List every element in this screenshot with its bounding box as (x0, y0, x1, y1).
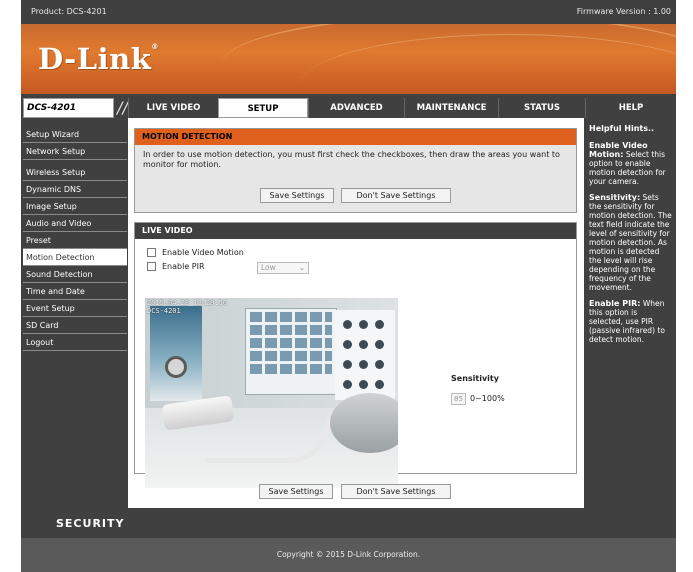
live-video-panel: LIVE VIDEO Enable Video Motion Enable PI… (134, 222, 577, 488)
video-poster-right (335, 310, 395, 400)
sidebar-item-motion-detection[interactable]: Motion Detection (23, 249, 127, 266)
main-nav: DCS-4201 // LIVE VIDEO SETUP ADVANCED MA… (21, 98, 676, 118)
sidebar-item-preset[interactable]: Preset (23, 232, 127, 249)
copyright: Copyright © 2015 D-Link Corporation. (21, 538, 676, 572)
main-content: MOTION DETECTION In order to use motion … (128, 118, 584, 508)
sensitivity-field[interactable]: 85 (451, 393, 466, 405)
video-cable-object (205, 418, 330, 463)
tab-live-video[interactable]: LIVE VIDEO (128, 98, 218, 118)
osd-model: DCS-4201 (147, 307, 181, 315)
firmware-label: Firmware Version : 1.00 (576, 7, 671, 16)
motion-detection-title: MOTION DETECTION (135, 129, 576, 145)
sidebar-item-image-setup[interactable]: Image Setup (23, 198, 127, 215)
tab-advanced[interactable]: ADVANCED (308, 98, 404, 118)
tab-status[interactable]: STATUS (498, 98, 585, 118)
sidebar: Setup Wizard Network Setup Wireless Setu… (23, 126, 127, 351)
enable-motion-label: Enable Video Motion (162, 248, 244, 257)
enable-motion-row: Enable Video Motion (147, 247, 244, 259)
hint-pir: Enable PIR: When this option is selected… (589, 299, 665, 344)
dont-save-settings-button[interactable]: Don't Save Settings (341, 188, 451, 203)
enable-pir-label: Enable PIR (162, 262, 205, 271)
sidebar-item-logout[interactable]: Logout (23, 334, 127, 351)
sensitivity-label: Sensitivity (451, 374, 499, 383)
live-video-title: LIVE VIDEO (135, 223, 576, 239)
sidebar-item-audio-video[interactable]: Audio and Video (23, 215, 127, 232)
bottom-save-settings-button[interactable]: Save Settings (259, 484, 333, 499)
footer-bar: SECURITY (21, 508, 676, 538)
sidebar-item-sd-card[interactable]: SD Card (23, 317, 127, 334)
sidebar-item-wireless-setup[interactable]: Wireless Setup (23, 164, 127, 181)
security-brand: SECURITY (56, 517, 125, 530)
bottom-dont-save-settings-button[interactable]: Don't Save Settings (341, 484, 451, 499)
hints-title: Helpful Hints.. (589, 124, 655, 133)
motion-description: In order to use motion detection, you mu… (143, 150, 560, 169)
enable-pir-checkbox[interactable] (147, 262, 156, 271)
hint-sensitivity: Sensitivity: Sets the sensitivity for mo… (589, 193, 672, 292)
motion-detection-panel: MOTION DETECTION In order to use motion … (134, 128, 577, 213)
brand-banner: D-Link® (21, 24, 676, 94)
sidebar-item-dynamic-dns[interactable]: Dynamic DNS (23, 181, 127, 198)
pir-level-select[interactable]: Low ⌄ (257, 262, 309, 274)
sidebar-item-event-setup[interactable]: Event Setup (23, 300, 127, 317)
helpful-hints: Helpful Hints.. Enable Video Motion: Sel… (585, 118, 676, 508)
sensitivity-range: 0~100% (470, 394, 505, 403)
video-poster-left (150, 306, 202, 401)
save-settings-button[interactable]: Save Settings (260, 188, 334, 203)
tab-maintenance[interactable]: MAINTENANCE (404, 98, 498, 118)
video-osd: 2015.04.23 13:29:56 DCS-4201 (147, 299, 227, 315)
osd-timestamp: 2015.04.23 13:29:56 (147, 299, 228, 307)
dlink-logo: D-Link® (38, 42, 159, 76)
model-label: DCS-4201 (23, 98, 114, 118)
enable-motion-checkbox[interactable] (147, 248, 156, 257)
product-label: Product: DCS-4201 (31, 7, 107, 16)
live-video-feed[interactable]: 2015.04.23 13:29:56 DCS-4201 (145, 298, 398, 488)
video-poster-ring (165, 356, 187, 378)
live-video-body: Enable Video Motion Enable PIR Low ⌄ 201… (135, 239, 576, 488)
sidebar-item-network-setup[interactable]: Network Setup (23, 143, 127, 160)
sidebar-item-time-date[interactable]: Time and Date (23, 283, 127, 300)
tab-setup[interactable]: SETUP (218, 98, 308, 118)
page-frame: Product: DCS-4201 Firmware Version : 1.0… (21, 0, 676, 572)
sidebar-item-sound-detection[interactable]: Sound Detection (23, 266, 127, 283)
sidebar-item-setup-wizard[interactable]: Setup Wizard (23, 126, 127, 143)
chevron-down-icon: ⌄ (298, 263, 305, 272)
motion-detection-body: In order to use motion detection, you mu… (135, 145, 576, 212)
hint-motion: Enable Video Motion: Select this option … (589, 141, 666, 186)
video-poster-center (245, 308, 337, 395)
enable-pir-row: Enable PIR Low ⌄ (147, 261, 347, 274)
top-bar: Product: DCS-4201 Firmware Version : 1.0… (21, 0, 676, 24)
tab-help[interactable]: HELP (585, 98, 676, 118)
